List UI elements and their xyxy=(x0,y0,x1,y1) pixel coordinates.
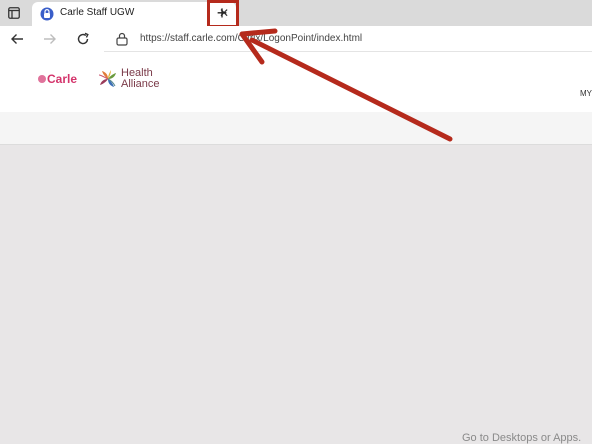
lock-icon[interactable] xyxy=(116,32,128,46)
tab-actions-button[interactable] xyxy=(4,4,24,22)
sub-navigation-bar xyxy=(0,112,592,145)
reload-button[interactable] xyxy=(73,29,93,49)
carle-logo[interactable]: Carle xyxy=(38,72,77,86)
url-text: https://staff.carle.com/Citrix/LogonPoin… xyxy=(140,33,363,44)
new-tab-button[interactable]: + xyxy=(209,2,235,24)
health-alliance-line2: Alliance xyxy=(121,78,160,90)
back-arrow-icon xyxy=(11,34,23,44)
tab-strip: Carle Staff UGW ✕ + xyxy=(0,0,592,28)
carle-logo-text: Carle xyxy=(47,72,78,86)
tab-title: Carle Staff UGW xyxy=(60,7,135,18)
browser-window: Carle Staff UGW ✕ + https://staff.carle.… xyxy=(0,0,592,444)
site-header: Carle Health Alliance MY xyxy=(0,52,592,112)
back-button[interactable] xyxy=(7,29,27,49)
forward-arrow-icon xyxy=(44,34,56,44)
carle-logo-mark-icon xyxy=(38,75,46,83)
my-menu-label[interactable]: MY xyxy=(580,89,592,98)
content-area xyxy=(0,145,592,444)
lock-shield-favicon-icon xyxy=(40,7,54,21)
forward-button[interactable] xyxy=(40,29,60,49)
health-alliance-logo[interactable]: Health Alliance xyxy=(98,68,160,90)
address-bar[interactable]: https://staff.carle.com/Citrix/LogonPoin… xyxy=(104,27,592,52)
health-alliance-mark-icon xyxy=(98,70,116,87)
browser-toolbar: https://staff.carle.com/Citrix/LogonPoin… xyxy=(0,26,592,52)
tab-actions-icon xyxy=(8,7,20,19)
tab-carle-staff[interactable]: Carle Staff UGW ✕ xyxy=(32,2,236,26)
health-alliance-text: Health Alliance xyxy=(121,68,160,90)
footer-text: Go to Desktops or Apps. xyxy=(462,432,582,444)
reload-icon xyxy=(77,32,89,45)
